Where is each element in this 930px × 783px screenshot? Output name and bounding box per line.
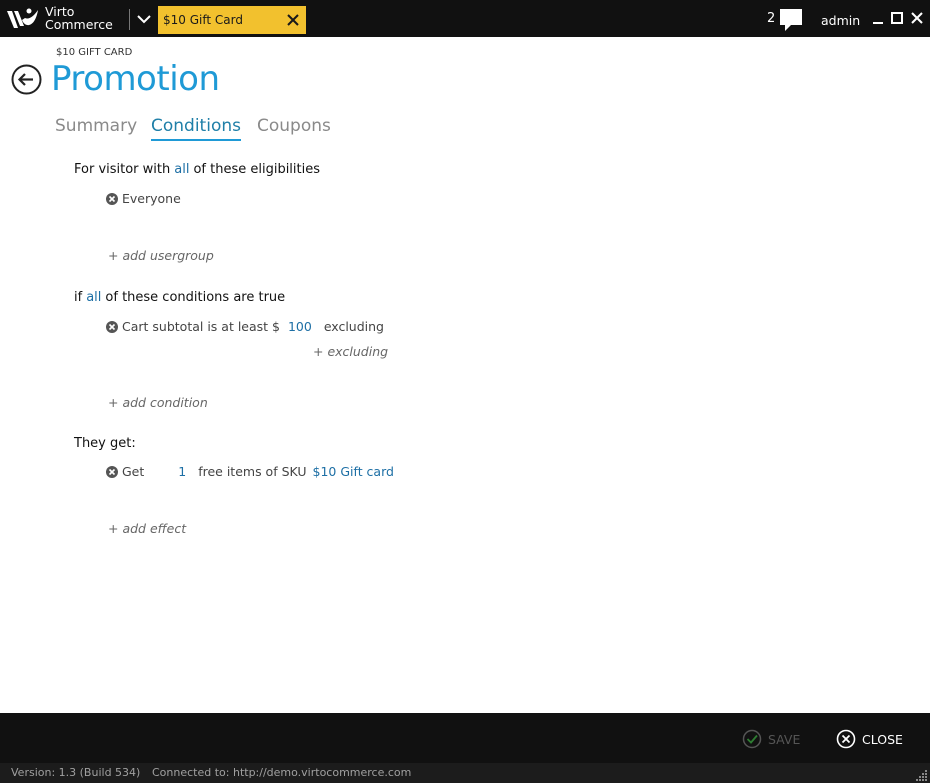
condition-item-label: Cart subtotal is at least $ (122, 319, 280, 334)
notification-count: 2 (767, 11, 776, 26)
remove-circle-icon[interactable] (106, 321, 118, 333)
chevron-down-icon[interactable] (135, 10, 153, 28)
breadcrumb: $10 GIFT CARD (56, 47, 133, 58)
close-button[interactable]: CLOSE (836, 729, 906, 749)
close-icon[interactable] (284, 11, 302, 29)
save-button-label: SAVE (768, 732, 801, 747)
page-title: Promotion (51, 59, 220, 99)
effect-quantity-value[interactable]: 1 (178, 464, 186, 479)
close-circle-icon (836, 729, 856, 749)
remove-circle-icon[interactable] (106, 466, 118, 478)
remove-circle-icon[interactable] (106, 193, 118, 205)
eligibility-mode-link[interactable]: all (174, 162, 189, 177)
effects-heading: They get: (74, 436, 136, 451)
tab-coupons[interactable]: Coupons (257, 116, 331, 139)
add-usergroup-link[interactable]: + add usergroup (108, 248, 214, 263)
status-bar: Version: 1.3 (Build 534) Connected to: h… (0, 763, 930, 783)
close-button-label: CLOSE (862, 732, 903, 747)
tab-conditions[interactable]: Conditions (151, 116, 241, 141)
eligibility-item-label: Everyone (122, 191, 181, 206)
chat-bubble-icon[interactable] (779, 8, 803, 32)
tab-summary[interactable]: Summary (55, 116, 137, 139)
conditions-suffix: of these conditions are true (105, 290, 286, 305)
connection-text: Connected to: http://demo.virtocommerce.… (152, 766, 412, 779)
effect-middle-label: free items of SKU (198, 464, 307, 479)
resize-grip-icon[interactable] (916, 769, 928, 781)
bottom-toolbar: SAVE CLOSE (0, 713, 930, 763)
window-close-icon[interactable] (910, 11, 924, 25)
effect-item: Get 1 free items of SKU $10 Gift card (106, 464, 394, 479)
maximize-icon[interactable] (890, 11, 904, 25)
back-arrow-icon[interactable] (11, 64, 42, 95)
conditions-prefix: if (74, 290, 83, 305)
minimize-icon[interactable] (871, 11, 885, 25)
top-bar: Virto Commerce $10 Gift Card 2 admin (0, 0, 930, 37)
user-name[interactable]: admin (821, 13, 860, 28)
checkmark-icon (742, 729, 762, 749)
open-blade-tab[interactable]: $10 Gift Card (158, 6, 306, 34)
condition-after-label: excluding (323, 319, 384, 334)
brand-name: Virto Commerce (45, 5, 113, 31)
add-condition-link[interactable]: + add condition (108, 395, 208, 410)
eligibility-item: Everyone (106, 191, 181, 206)
version-text: Version: 1.3 (Build 534) (11, 766, 141, 779)
conditions-heading: if all of these conditions are true (74, 290, 285, 305)
eligibility-suffix: of these eligibilities (193, 162, 321, 177)
open-blade-tab-label: $10 Gift Card (163, 13, 243, 27)
brand-line-2: Commerce (45, 17, 113, 32)
effect-item-label: Get (122, 464, 145, 479)
top-divider (129, 9, 130, 30)
effect-sku-link[interactable]: $10 Gift card (313, 464, 394, 479)
add-effect-link[interactable]: + add effect (108, 521, 186, 536)
add-excluding-link[interactable]: + excluding (313, 344, 388, 359)
eligibility-prefix: For visitor with (74, 162, 171, 177)
eligibility-heading: For visitor with all of these eligibilitie… (74, 162, 320, 177)
virto-logo-icon (7, 8, 38, 28)
condition-item: Cart subtotal is at least $ 100 excludin… (106, 319, 384, 334)
conditions-mode-link[interactable]: all (86, 290, 101, 305)
condition-amount-value[interactable]: 100 (288, 319, 312, 334)
